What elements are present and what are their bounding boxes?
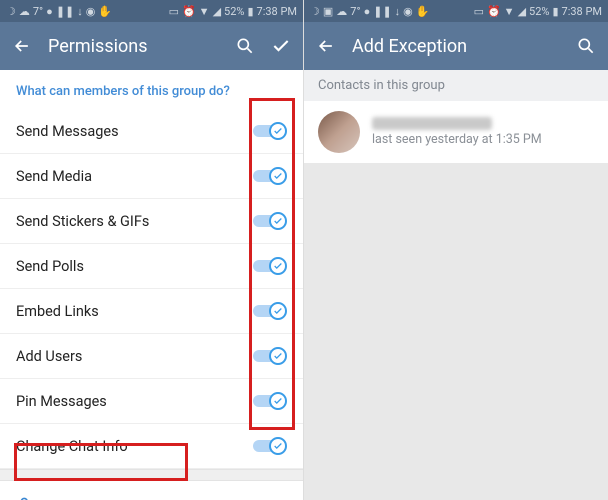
app-bar: Add Exception <box>304 22 608 70</box>
add-exception-button[interactable]: Add Exception <box>0 481 303 500</box>
image-icon: ▣ <box>323 5 333 18</box>
mic2-icon: ↓ <box>395 5 401 18</box>
signal-icon: ◢ <box>518 5 526 18</box>
toggle-stickers-gifs[interactable] <box>249 211 287 231</box>
contact-name-redacted <box>372 117 492 130</box>
add-exception-screen: ☽ ▣ ☁ 7° ● ❚❚ ↓ ◉ ✋ ▭ ⏰ ▼ ◢ 52% ▮ 7:38 P… <box>304 0 608 500</box>
time-text: 7:38 PM <box>562 5 602 18</box>
time-text: 7:38 PM <box>257 5 297 18</box>
wifi-icon: ▼ <box>199 5 210 18</box>
app-bar: Permissions <box>0 22 303 70</box>
battery-icon: ▮ <box>247 5 253 18</box>
battery-text: 52% <box>529 5 549 18</box>
search-icon[interactable] <box>576 36 596 56</box>
moon-icon: ☽ <box>310 5 320 18</box>
search-icon[interactable] <box>235 36 255 56</box>
section-header: What can members of this group do? <box>0 70 303 109</box>
permission-label: Embed Links <box>16 303 99 320</box>
permission-label: Send Messages <box>16 123 119 140</box>
vibrate-icon: ▭ <box>474 5 484 18</box>
toggle-change-chat-info[interactable] <box>249 436 287 456</box>
toggle-embed-links[interactable] <box>249 301 287 321</box>
target-icon: ◉ <box>86 5 96 18</box>
cloud-icon: ☁ <box>19 5 30 18</box>
permission-label: Send Polls <box>16 258 84 275</box>
permission-row: Change Chat Info <box>0 424 303 469</box>
hand-icon: ✋ <box>98 5 112 18</box>
wifi-icon: ▼ <box>504 5 515 18</box>
battery-icon: ▮ <box>552 5 558 18</box>
permissions-screen: ☽ ☁ 7° ● ❚❚ ↓ ◉ ✋ ▭ ⏰ ▼ ◢ 52% ▮ 7:38 PM … <box>0 0 304 500</box>
mic-icon: ● <box>46 5 53 18</box>
pause-icon: ❚❚ <box>56 5 74 18</box>
status-bar: ☽ ☁ 7° ● ❚❚ ↓ ◉ ✋ ▭ ⏰ ▼ ◢ 52% ▮ 7:38 PM <box>0 0 303 22</box>
permission-row: Send Messages <box>0 109 303 154</box>
alarm-icon: ⏰ <box>487 5 501 18</box>
permission-label: Add Users <box>16 348 82 365</box>
contact-status: last seen yesterday at 1:35 PM <box>372 132 542 147</box>
avatar <box>318 111 360 153</box>
pause-icon: ❚❚ <box>373 5 391 18</box>
page-title: Permissions <box>48 36 219 57</box>
sub-header: Contacts in this group <box>304 70 608 101</box>
hand-icon: ✋ <box>416 5 430 18</box>
permission-row: Send Media <box>0 154 303 199</box>
permission-row: Pin Messages <box>0 379 303 424</box>
status-bar: ☽ ▣ ☁ 7° ● ❚❚ ↓ ◉ ✋ ▭ ⏰ ▼ ◢ 52% ▮ 7:38 P… <box>304 0 608 22</box>
vibrate-icon: ▭ <box>169 5 179 18</box>
permissions-content: What can members of this group do? Send … <box>0 70 303 500</box>
toggle-pin-messages[interactable] <box>249 391 287 411</box>
toggle-send-messages[interactable] <box>249 121 287 141</box>
permission-row: Add Users <box>0 334 303 379</box>
permission-row: Embed Links <box>0 289 303 334</box>
mic-icon: ● <box>364 5 371 18</box>
toggle-send-polls[interactable] <box>249 256 287 276</box>
toggle-add-users[interactable] <box>249 346 287 366</box>
alarm-icon: ⏰ <box>182 5 196 18</box>
cloud-icon: ☁ <box>336 5 347 18</box>
permission-label: Pin Messages <box>16 393 107 410</box>
back-icon[interactable] <box>12 36 32 56</box>
divider <box>0 469 303 481</box>
toggle-send-media[interactable] <box>249 166 287 186</box>
signal-icon: ◢ <box>213 5 221 18</box>
contact-info: last seen yesterday at 1:35 PM <box>372 117 542 147</box>
permission-label: Send Stickers & GIFs <box>16 213 149 230</box>
temperature: 7° <box>350 5 360 18</box>
person-block-icon <box>16 495 38 500</box>
permission-row: Send Polls <box>0 244 303 289</box>
permission-row: Send Stickers & GIFs <box>0 199 303 244</box>
contact-row[interactable]: last seen yesterday at 1:35 PM <box>304 101 608 163</box>
target-icon: ◉ <box>403 5 413 18</box>
back-icon[interactable] <box>316 36 336 56</box>
moon-icon: ☽ <box>6 5 16 18</box>
temperature: 7° <box>33 5 43 18</box>
check-icon[interactable] <box>271 36 291 56</box>
permission-label: Send Media <box>16 168 92 185</box>
page-title: Add Exception <box>352 36 560 57</box>
permission-label: Change Chat Info <box>16 438 128 455</box>
mic2-icon: ↓ <box>77 5 83 18</box>
battery-text: 52% <box>224 5 244 18</box>
empty-area <box>304 163 608 500</box>
